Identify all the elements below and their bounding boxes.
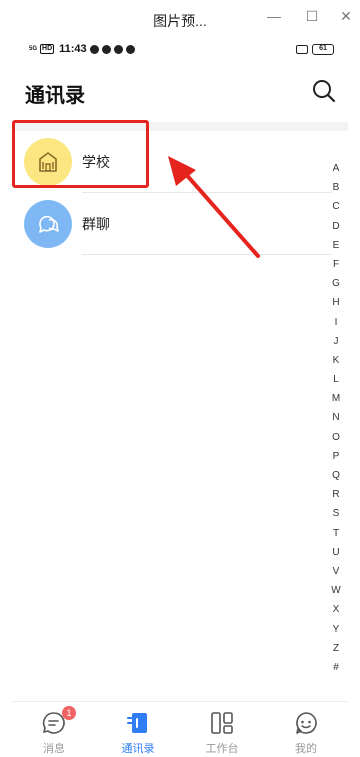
list-item-label: 群聊 — [82, 216, 110, 232]
alpha-index-letter[interactable]: N — [332, 408, 339, 427]
app-header: 通讯录 — [12, 62, 348, 122]
alpha-index-letter[interactable]: Y — [333, 620, 340, 639]
tab-workbench[interactable]: 工作台 — [180, 702, 264, 757]
alpha-index-letter[interactable]: G — [332, 274, 340, 293]
alphabet-index[interactable]: A B C D E F G H I J K L M N O P Q R S T U V W X Y Z # — [328, 159, 344, 677]
app-notification-icon — [101, 44, 111, 54]
tab-contacts[interactable]: 通讯录 — [96, 702, 180, 757]
alpha-index-letter[interactable]: B — [333, 178, 340, 197]
vibrate-icon — [296, 45, 308, 54]
alpha-index-letter[interactable]: S — [333, 504, 340, 523]
alpha-index-letter[interactable]: H — [332, 293, 339, 312]
tab-label: 通讯录 — [121, 743, 155, 755]
tab-label: 消息 — [43, 743, 65, 755]
unread-badge: 1 — [62, 706, 76, 720]
alpha-index-letter[interactable]: C — [332, 197, 339, 216]
tab-messages[interactable]: 1 消息 — [12, 702, 96, 757]
compass-notification-icon — [113, 44, 123, 54]
maximize-button[interactable]: ☐ — [300, 6, 324, 26]
alpha-index-letter[interactable]: E — [333, 236, 340, 255]
status-bar: 5G HD 11:43 61 — [12, 38, 348, 62]
annotation-highlight-box — [12, 120, 149, 188]
alpha-index-letter[interactable]: T — [333, 524, 339, 543]
status-time: 11:43 — [59, 43, 87, 55]
tab-profile[interactable]: 我的 — [264, 702, 348, 757]
profile-icon — [296, 712, 317, 734]
alpha-index-letter[interactable]: O — [332, 428, 340, 447]
alpha-index-letter[interactable]: K — [333, 351, 340, 370]
window-titlebar: 图片预... — ☐ ✕ — [0, 0, 360, 38]
contacts-icon — [127, 713, 147, 733]
alpha-index-letter[interactable]: Q — [332, 466, 340, 485]
alpha-index-letter[interactable]: R — [332, 485, 339, 504]
alpha-index-letter[interactable]: D — [332, 217, 339, 236]
workbench-icon — [211, 712, 233, 734]
alpha-index-letter[interactable]: U — [332, 543, 339, 562]
search-button[interactable] — [310, 77, 338, 105]
alpha-index-letter[interactable]: P — [333, 447, 340, 466]
alpha-index-letter[interactable]: A — [333, 159, 340, 178]
alpha-index-letter[interactable]: V — [333, 562, 340, 581]
bottom-tab-bar: 1 消息 通讯录 工作台 我的 — [12, 701, 348, 757]
battery-icon: 61 — [312, 44, 334, 55]
divider — [82, 254, 332, 255]
alpha-index-letter[interactable]: W — [331, 581, 340, 600]
tab-label: 我的 — [295, 743, 317, 755]
contact-list: 学校 群聊 — [12, 131, 348, 701]
search-icon — [313, 80, 336, 103]
alpha-index-letter[interactable]: # — [333, 658, 339, 677]
alpha-index-letter[interactable]: Z — [333, 639, 339, 658]
close-button[interactable]: ✕ — [334, 6, 358, 26]
alpha-index-letter[interactable]: L — [333, 370, 339, 389]
tab-label: 工作台 — [205, 743, 239, 755]
alpha-index-letter[interactable]: J — [334, 332, 339, 351]
network-indicator: 5G — [29, 46, 38, 52]
chat-notification-icon — [89, 44, 99, 54]
alpha-index-letter[interactable]: X — [333, 600, 340, 619]
list-item-group-chat[interactable]: 群聊 — [12, 193, 332, 255]
hd-badge: HD — [40, 44, 55, 54]
qq-notification-icon — [125, 44, 135, 54]
page-title: 通讯录 — [25, 85, 85, 107]
alpha-index-letter[interactable]: I — [335, 313, 338, 332]
alpha-index-letter[interactable]: F — [333, 255, 339, 274]
minimize-button[interactable]: — — [262, 6, 286, 26]
phone-screen: 5G HD 11:43 61 通讯录 学校 群聊 A B C D E F G H… — [12, 38, 348, 757]
chat-bubbles-icon — [39, 215, 59, 233]
alpha-index-letter[interactable]: M — [332, 389, 340, 408]
group-avatar — [24, 200, 72, 248]
